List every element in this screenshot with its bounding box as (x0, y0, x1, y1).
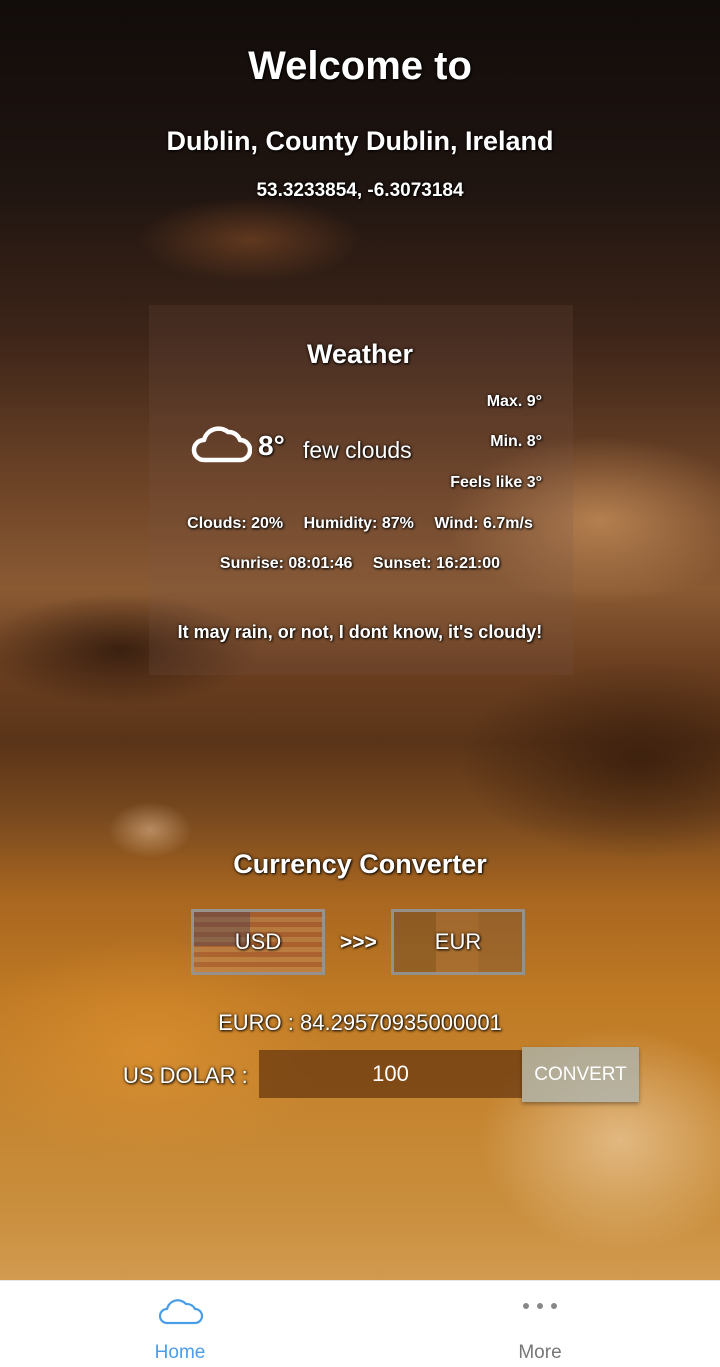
cloud-icon (158, 1299, 204, 1325)
conversion-arrows: >>> (340, 931, 377, 954)
wind-stat: Wind: 6.7m/s (434, 515, 533, 532)
sun-times-row: Sunrise: 08:01:46 Sunset: 16:21:00 (0, 555, 720, 573)
from-currency-button[interactable]: USD (191, 909, 325, 975)
min-temperature: Min. 8° (490, 433, 542, 450)
conversion-result: EURO : 84.29570935000001 (218, 1010, 502, 1035)
humidity-stat: Humidity: 87% (303, 515, 414, 532)
nav-home-label: Home (154, 1342, 206, 1363)
bottom-navigation: Home More (0, 1280, 720, 1367)
to-currency-label: EUR (434, 929, 482, 954)
location-coordinates: 53.3233854, -6.3073184 (256, 180, 464, 201)
nav-more-label: More (518, 1342, 562, 1363)
welcome-title: Welcome to (248, 44, 472, 88)
max-temperature: Max. 9° (486, 393, 542, 410)
current-temperature: 8° (258, 430, 285, 461)
from-currency-label: USD (234, 929, 282, 954)
clouds-stat: Clouds: 20% (187, 515, 284, 532)
amount-input[interactable] (259, 1050, 522, 1098)
convert-button[interactable]: CONVERT (522, 1047, 639, 1102)
weather-stats-row: Clouds: 20% Humidity: 87% Wind: 6.7m/s (0, 515, 720, 533)
more-dots-icon (523, 1303, 557, 1309)
weather-description: few clouds (303, 437, 412, 463)
feels-like-temperature: Feels like 3° (450, 474, 542, 491)
nav-home-tab[interactable]: Home (0, 1281, 360, 1367)
location-name: Dublin, County Dublin, Ireland (166, 126, 554, 156)
weather-message: It may rain, or not, I dont know, it's c… (177, 622, 543, 642)
weather-title: Weather (306, 339, 414, 369)
cloud-icon (191, 426, 252, 463)
amount-label: US DOLAR : (123, 1063, 248, 1088)
sunset-stat: Sunset: 16:21:00 (372, 555, 501, 572)
converter-title: Currency Converter (233, 849, 487, 879)
nav-more-tab[interactable]: More (360, 1281, 720, 1367)
to-currency-button[interactable]: EUR (391, 909, 525, 975)
sunrise-stat: Sunrise: 08:01:46 (219, 555, 353, 572)
